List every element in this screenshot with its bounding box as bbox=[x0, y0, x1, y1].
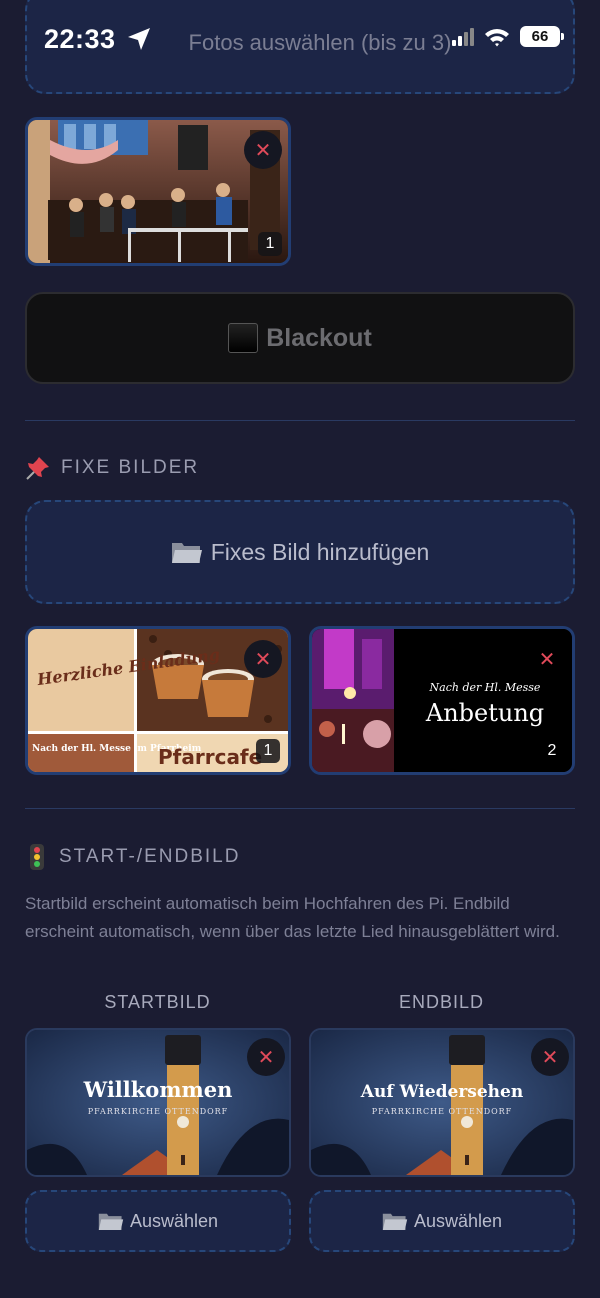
startbild-title: Willkommen bbox=[83, 1077, 233, 1102]
startbild-label: STARTBILD bbox=[104, 992, 211, 1012]
battery-icon: 66 bbox=[520, 26, 564, 47]
startbild-subtitle: PFARRKIRCHE OTTENDORF bbox=[88, 1107, 228, 1116]
fixed-images-title: FIXE BILDER bbox=[61, 457, 200, 478]
remove-fixed-image-1-button[interactable]: ✕ bbox=[244, 640, 282, 678]
start-end-header: START-/ENDBILD bbox=[25, 843, 240, 871]
startbild-preview[interactable]: Willkommen PFARRKIRCHE OTTENDORF ✕ bbox=[25, 1028, 291, 1177]
fixed-image-2-text-small: Nach der Hl. Messe bbox=[429, 681, 541, 694]
endbild-subtitle: PFARRKIRCHE OTTENDORF bbox=[372, 1107, 512, 1116]
black-square-icon bbox=[228, 323, 259, 353]
photo-order-badge: 1 bbox=[258, 232, 282, 256]
battery-level: 66 bbox=[531, 28, 549, 45]
select-startbild-label: Auswählen bbox=[129, 1210, 219, 1231]
fixed-image-1-text-brand: Pfarrcafe bbox=[158, 745, 262, 769]
wifi-icon bbox=[485, 28, 509, 46]
remove-startbild-button[interactable]: ✕ bbox=[247, 1038, 285, 1076]
select-endbild-button[interactable]: Auswählen bbox=[309, 1190, 575, 1252]
fixed-image-2-badge: 2 bbox=[547, 742, 557, 759]
section-divider bbox=[25, 420, 575, 421]
fixed-image-2-text-big: Anbetung bbox=[425, 699, 544, 727]
remove-fixed-image-2-button[interactable]: ✕ bbox=[528, 640, 566, 678]
folder-icon bbox=[98, 1213, 124, 1230]
endbild-preview[interactable]: Auf Wiedersehen PFARRKIRCHE OTTENDORF ✕ bbox=[309, 1028, 575, 1177]
location-arrow-icon bbox=[128, 28, 150, 50]
start-end-description: Startbild erscheint automatisch beim Hoc… bbox=[25, 894, 560, 941]
start-end-title: START-/ENDBILD bbox=[59, 846, 241, 867]
status-clock: 22:33 bbox=[44, 24, 116, 54]
endbild-title: Auf Wiedersehen bbox=[360, 1082, 523, 1102]
traffic-light-icon bbox=[30, 844, 44, 870]
selected-photo-thumbnail[interactable]: ✕ 1 bbox=[25, 117, 291, 266]
folder-icon bbox=[171, 543, 202, 563]
remove-photo-button[interactable]: ✕ bbox=[244, 131, 282, 169]
blackout-button[interactable]: Blackout bbox=[25, 292, 575, 384]
endbild-label: ENDBILD bbox=[398, 992, 485, 1012]
fixed-image-thumbnail-1[interactable]: Herzliche Einladung Nach der Hl. Messe i… bbox=[25, 626, 291, 775]
add-fixed-image-label: Fixes Bild hinzufügen bbox=[210, 538, 430, 565]
select-endbild-label: Auswählen bbox=[413, 1210, 503, 1231]
cellular-signal-icon bbox=[452, 27, 474, 46]
status-bar: 22:33 66 bbox=[0, 0, 600, 80]
blackout-label: Blackout bbox=[266, 323, 372, 352]
fixed-image-1-badge: 1 bbox=[256, 739, 280, 763]
section-divider bbox=[25, 808, 575, 809]
folder-icon bbox=[382, 1213, 408, 1230]
fixed-image-thumbnail-2[interactable]: Nach der Hl. Messe Anbetung ✕ 2 bbox=[309, 626, 575, 775]
select-startbild-button[interactable]: Auswählen bbox=[25, 1190, 291, 1252]
status-icons: 66 bbox=[452, 26, 564, 47]
pushpin-icon bbox=[26, 457, 49, 480]
remove-endbild-button[interactable]: ✕ bbox=[531, 1038, 569, 1076]
add-fixed-image-button[interactable]: Fixes Bild hinzufügen bbox=[25, 500, 575, 604]
fixed-images-header: FIXE BILDER bbox=[25, 455, 199, 481]
